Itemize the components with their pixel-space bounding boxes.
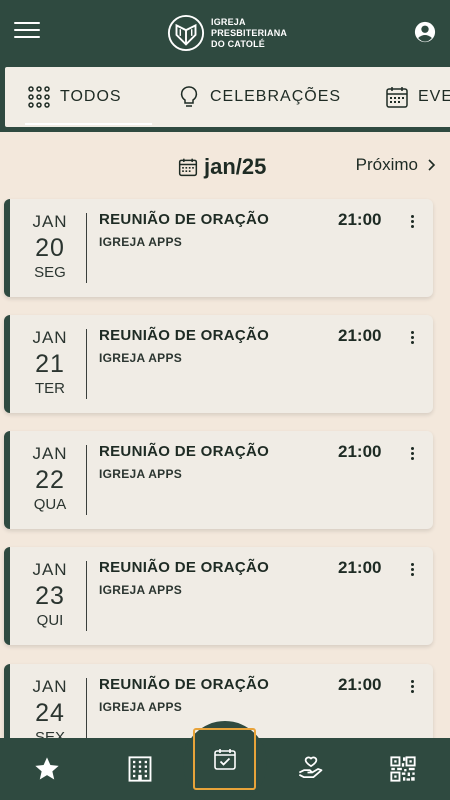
divider <box>86 213 87 283</box>
tab-todos[interactable]: TODOS <box>25 67 152 127</box>
top-app-bar: IGREJA PRESBITERIANA DO CATOLÉ <box>0 0 450 64</box>
event-month: JAN <box>32 560 68 579</box>
event-day: 20 <box>35 234 65 262</box>
event-time: 21:00 <box>338 442 382 461</box>
event-weekday: TER <box>35 380 65 397</box>
event-subtitle: IGREJA APPS <box>99 235 183 249</box>
event-month: JAN <box>32 677 68 696</box>
nav-donations[interactable] <box>296 754 326 784</box>
event-day: 24 <box>35 699 65 727</box>
more-vertical-icon[interactable] <box>408 447 416 463</box>
event-card[interactable]: JAN 23 QUI REUNIÃO DE ORAÇÃO IGREJA APPS… <box>4 547 433 645</box>
tabs-strip: TODOS CELEBRAÇÕES EVE <box>5 67 450 127</box>
event-subtitle: IGREJA APPS <box>99 700 183 714</box>
more-vertical-icon[interactable] <box>408 680 416 696</box>
event-day: 21 <box>35 350 65 378</box>
event-date: JAN 22 QUA <box>20 443 80 515</box>
event-weekday: SEG <box>34 264 66 281</box>
qr-code-icon <box>390 756 416 782</box>
logo-text: IGREJA PRESBITERIANA DO CATOLÉ <box>211 17 291 50</box>
logo-line-1: IGREJA <box>211 16 246 27</box>
month-navigation: jan/25 Próximo <box>0 152 450 182</box>
divider <box>86 561 87 631</box>
event-date: JAN 20 SEG <box>20 211 80 283</box>
event-title: REUNIÃO DE ORAÇÃO <box>99 443 270 460</box>
hand-heart-icon <box>298 756 323 779</box>
event-subtitle: IGREJA APPS <box>99 467 183 481</box>
tab-eventos[interactable]: EVE <box>385 67 450 127</box>
nav-church[interactable] <box>125 754 155 784</box>
more-vertical-icon[interactable] <box>408 563 416 579</box>
event-title: REUNIÃO DE ORAÇÃO <box>99 327 270 344</box>
more-vertical-icon[interactable] <box>408 215 416 231</box>
logo-line-3: DO CATOLÉ <box>211 38 265 49</box>
next-month-button[interactable]: Próximo <box>356 155 438 175</box>
event-title: REUNIÃO DE ORAÇÃO <box>99 676 270 693</box>
event-date: JAN 21 TER <box>20 327 80 399</box>
event-day: 23 <box>35 582 65 610</box>
nav-qr-code[interactable] <box>388 754 418 784</box>
nav-favorites[interactable] <box>32 754 62 784</box>
calendar-icon <box>178 158 198 177</box>
month-label: jan/25 <box>204 154 267 179</box>
tab-todos-label: TODOS <box>60 88 122 105</box>
event-time: 21:00 <box>338 326 382 345</box>
event-month: JAN <box>32 444 68 463</box>
divider <box>86 329 87 399</box>
event-month: JAN <box>32 328 68 347</box>
event-subtitle: IGREJA APPS <box>99 351 183 365</box>
star-icon <box>35 757 59 780</box>
event-date: JAN 23 QUI <box>20 559 80 631</box>
lightbulb-icon <box>180 86 198 107</box>
event-time: 21:00 <box>338 675 382 694</box>
divider <box>86 445 87 515</box>
category-tabs: TODOS CELEBRAÇÕES EVE <box>0 64 450 132</box>
event-month: JAN <box>32 212 68 231</box>
tab-celebracoes-label: CELEBRAÇÕES <box>210 88 342 105</box>
event-weekday: QUI <box>36 612 64 629</box>
current-month[interactable]: jan/25 <box>178 154 266 180</box>
event-weekday: QUA <box>33 496 67 513</box>
church-logo: IGREJA PRESBITERIANA DO CATOLÉ <box>167 14 291 52</box>
logo-emblem-icon <box>167 14 205 52</box>
more-vertical-icon[interactable] <box>408 331 416 347</box>
building-icon <box>128 756 152 782</box>
event-subtitle: IGREJA APPS <box>99 583 183 597</box>
event-title: REUNIÃO DE ORAÇÃO <box>99 211 270 228</box>
tab-eventos-label: EVE <box>418 88 450 105</box>
account-circle-icon[interactable] <box>414 21 436 43</box>
event-card[interactable]: JAN 22 QUA REUNIÃO DE ORAÇÃO IGREJA APPS… <box>4 431 433 529</box>
calendar-icon <box>386 87 408 108</box>
event-card[interactable]: JAN 20 SEG REUNIÃO DE ORAÇÃO IGREJA APPS… <box>4 199 433 297</box>
event-time: 21:00 <box>338 558 382 577</box>
event-day: 22 <box>35 466 65 494</box>
chevron-right-icon <box>428 159 436 171</box>
event-time: 21:00 <box>338 210 382 229</box>
tab-celebracoes[interactable]: CELEBRAÇÕES <box>177 67 341 127</box>
grid-dots-icon <box>28 86 50 108</box>
calendar-check-icon <box>213 749 236 770</box>
event-title: REUNIÃO DE ORAÇÃO <box>99 559 270 576</box>
nav-calendar[interactable] <box>193 728 256 790</box>
event-card[interactable]: JAN 21 TER REUNIÃO DE ORAÇÃO IGREJA APPS… <box>4 315 433 413</box>
next-label: Próximo <box>355 155 418 174</box>
hamburger-menu-icon[interactable] <box>14 22 40 40</box>
logo-line-2: PRESBITERIANA <box>211 27 288 38</box>
